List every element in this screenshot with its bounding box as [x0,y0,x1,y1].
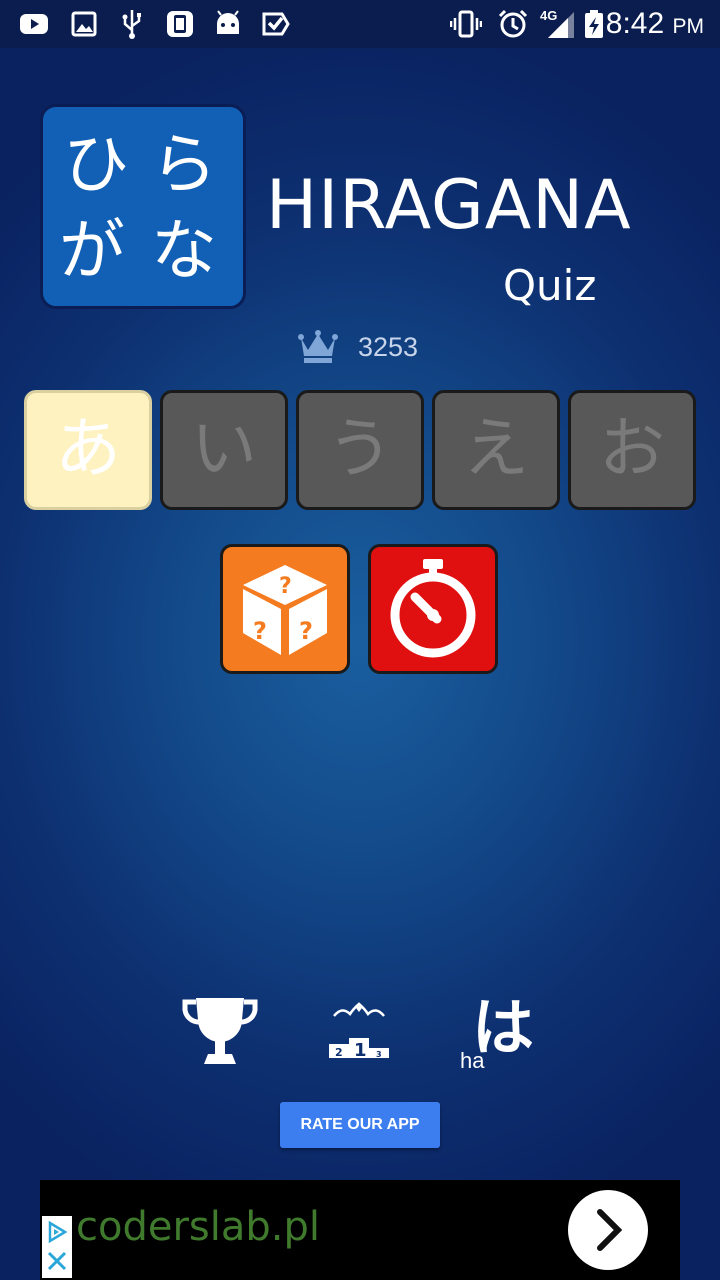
alarm-icon [498,9,528,38]
svg-text:?: ? [253,617,267,645]
clock-ampm: PM [672,15,705,38]
kana-tile-o[interactable]: お [568,390,696,510]
usb-icon [122,10,141,39]
android-icon [217,10,239,34]
logo-char-na: な [151,212,217,289]
status-bar: 4G 8:42 PM [0,0,720,48]
podium-second: 2 [335,1046,343,1059]
logo-char-hi: ひ [63,126,129,203]
check-tag-icon [262,12,290,36]
sync-icon [167,11,193,37]
crown-icon [298,330,338,363]
trophy-icon[interactable] [182,994,258,1068]
podium-third: 3 [376,1050,382,1059]
podium-first: 1 [354,1040,367,1061]
ad-open-button[interactable] [568,1190,648,1270]
chevron-right-icon [597,1209,623,1251]
ad-banner[interactable]: coderslab.pl [40,1180,680,1280]
podium-icon[interactable]: 2 1 3 [326,996,392,1062]
timed-mode-button[interactable] [368,544,498,674]
ad-text[interactable]: coderslab.pl [76,1202,320,1252]
logo-char-ra: ら [151,126,217,203]
high-score: 3253 [358,332,419,362]
app-logo: ひ ら が な [40,104,246,309]
clock-time: 8:42 [605,7,665,40]
logo-char-ga: が [59,212,125,289]
app-title: HIRAGANA [266,166,632,245]
svg-text:?: ? [279,574,292,599]
ad-choices-icon [48,1220,68,1244]
signal-icon [548,12,574,38]
ad-close-icon[interactable] [46,1250,68,1272]
random-mode-button[interactable]: ? ? ? [220,544,350,674]
clock: 8:42 PM [606,6,704,45]
kana-tile-i[interactable]: い [160,390,288,510]
youtube-icon [20,14,48,34]
random-dice-icon: ? ? ? [243,565,327,655]
vibrate-icon [450,10,482,38]
kana-chart-button[interactable]: は ha [458,990,548,1080]
kana-tile-u[interactable]: う [296,390,424,510]
ad-choices-badge[interactable] [42,1216,72,1278]
stopwatch-icon [390,559,476,658]
app-subtitle: Quiz [503,261,597,310]
kana-tile-a[interactable]: あ [24,390,152,510]
kana-tile-e[interactable]: え [432,390,560,510]
rate-app-button[interactable]: RATE OUR APP [280,1102,440,1148]
gallery-icon [71,11,97,37]
kana-chart-romaji: ha [460,1048,485,1073]
svg-text:?: ? [299,617,313,645]
